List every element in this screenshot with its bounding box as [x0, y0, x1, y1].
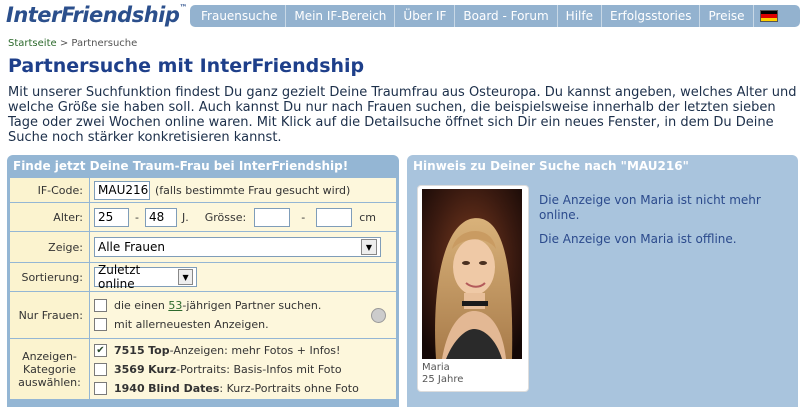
size-label: Grösse:: [204, 210, 247, 224]
page-title: Partnersuche mit InterFriendship: [8, 55, 365, 77]
logo-text: InterFriendship: [6, 3, 180, 27]
main-navigation: Frauensuche Mein IF-Bereich Über IF Boar…: [190, 5, 800, 27]
nav-hilfe[interactable]: Hilfe: [558, 5, 602, 27]
hint-message-not-online: Die Anzeige von Maria ist nicht mehr onl…: [539, 193, 761, 222]
sort-select-value: Zuletzt online: [98, 263, 141, 291]
nav-frauensuche[interactable]: Frauensuche: [193, 5, 287, 27]
nav-ueber-if[interactable]: Über IF: [395, 5, 456, 27]
breadcrumb-separator: >: [56, 38, 72, 49]
logo-trademark: ™: [179, 3, 187, 12]
age-separator: -: [135, 210, 139, 224]
nav-erfolgsstories[interactable]: Erfolgsstories: [602, 5, 701, 27]
category-top-option: 7515 Top-Anzeigen: mehr Fotos + Infos!: [114, 343, 341, 357]
category-blind-dates-checkbox[interactable]: [94, 381, 107, 395]
category-kurz-checkbox[interactable]: [94, 362, 107, 376]
newest-ads-option: mit allerneuesten Anzeigen.: [114, 318, 269, 331]
search-form: IF-Code: MAU216 (falls bestimmte Frau ge…: [10, 178, 396, 399]
chevron-down-icon: ▼: [178, 269, 193, 285]
search-panel-title: Finde jetzt Deine Traum-Frau bei InterFr…: [13, 159, 349, 173]
german-flag-icon[interactable]: [759, 10, 778, 22]
category-kurz-option: 3569 Kurz-Portraits: Basis-Infos mit Fot…: [114, 362, 342, 376]
category-row: Anzeigen-Kategorie auswählen: ✔ 7515 Top…: [10, 339, 396, 399]
show-select-value: Alle Frauen: [98, 240, 165, 254]
profile-age: 25 Jahre: [422, 374, 464, 385]
hint-messages: Die Anzeige von Maria ist nicht mehr onl…: [539, 193, 779, 247]
partner-age-link[interactable]: 53: [168, 299, 182, 312]
size-separator: -: [301, 210, 306, 224]
newest-ads-checkbox[interactable]: [94, 318, 107, 331]
partner-age-option: die einen 53-jährigen Partner suchen.: [114, 299, 322, 312]
category-label: Anzeigen-Kategorie auswählen:: [10, 339, 90, 399]
chevron-down-icon: ▼: [361, 239, 377, 255]
age-from-input[interactable]: 25: [94, 207, 129, 227]
if-code-hint: (falls bestimmte Frau gesucht wird): [155, 183, 351, 197]
age-to-input[interactable]: 48: [144, 207, 177, 227]
only-women-label: Nur Frauen:: [10, 292, 90, 338]
breadcrumb-current: Partnersuche: [71, 38, 138, 49]
age-size-row: Alter: 25 - 48 J. Grösse: - cm: [10, 203, 396, 232]
size-from-input[interactable]: [254, 207, 291, 227]
if-code-row: IF-Code: MAU216 (falls bestimmte Frau ge…: [10, 178, 396, 203]
nav-preise[interactable]: Preise: [700, 5, 754, 27]
profile-name: Maria: [422, 362, 450, 373]
profile-photo[interactable]: [422, 189, 522, 359]
hint-panel: Hinweis zu Deiner Suche nach "MAU216" Ma…: [407, 155, 798, 407]
intro-text: Mit unserer Suchfunktion findest Du ganz…: [8, 85, 797, 145]
show-row: Zeige: Alle Frauen ▼: [10, 232, 396, 263]
breadcrumb-home[interactable]: Startseite: [8, 38, 57, 49]
nav-mein-if-bereich[interactable]: Mein IF-Bereich: [286, 5, 396, 27]
category-top-checkbox[interactable]: ✔: [94, 343, 107, 357]
if-code-label: IF-Code:: [10, 178, 90, 202]
size-unit: cm: [359, 210, 376, 224]
if-code-input[interactable]: MAU216: [94, 180, 150, 200]
breadcrumb: Startseite > Partnersuche: [8, 38, 137, 49]
show-select[interactable]: Alle Frauen ▼: [94, 237, 381, 257]
age-unit: J.: [181, 210, 189, 224]
category-blind-dates-option: 1940 Blind Dates: Kurz-Portraits ohne Fo…: [114, 381, 359, 395]
sort-select[interactable]: Zuletzt online ▼: [94, 263, 197, 291]
show-label: Zeige:: [10, 232, 90, 262]
hint-panel-title: Hinweis zu Deiner Suche nach "MAU216": [413, 159, 689, 173]
nav-board-forum[interactable]: Board - Forum: [455, 5, 558, 27]
search-panel: Finde jetzt Deine Traum-Frau bei InterFr…: [7, 155, 399, 407]
sort-row: Sortierung: Zuletzt online ▼: [10, 263, 396, 292]
site-logo[interactable]: InterFriendship™: [6, 3, 187, 29]
sort-label: Sortierung:: [10, 263, 90, 291]
only-women-row: Nur Frauen: die einen 53-jährigen Partne…: [10, 292, 396, 339]
info-icon[interactable]: [371, 308, 386, 323]
size-to-input[interactable]: [316, 207, 353, 227]
profile-card[interactable]: Maria 25 Jahre: [417, 185, 529, 392]
age-label: Alter:: [10, 203, 90, 231]
partner-age-checkbox[interactable]: [94, 299, 107, 312]
hint-message-offline: Die Anzeige von Maria ist offline.: [539, 232, 737, 246]
